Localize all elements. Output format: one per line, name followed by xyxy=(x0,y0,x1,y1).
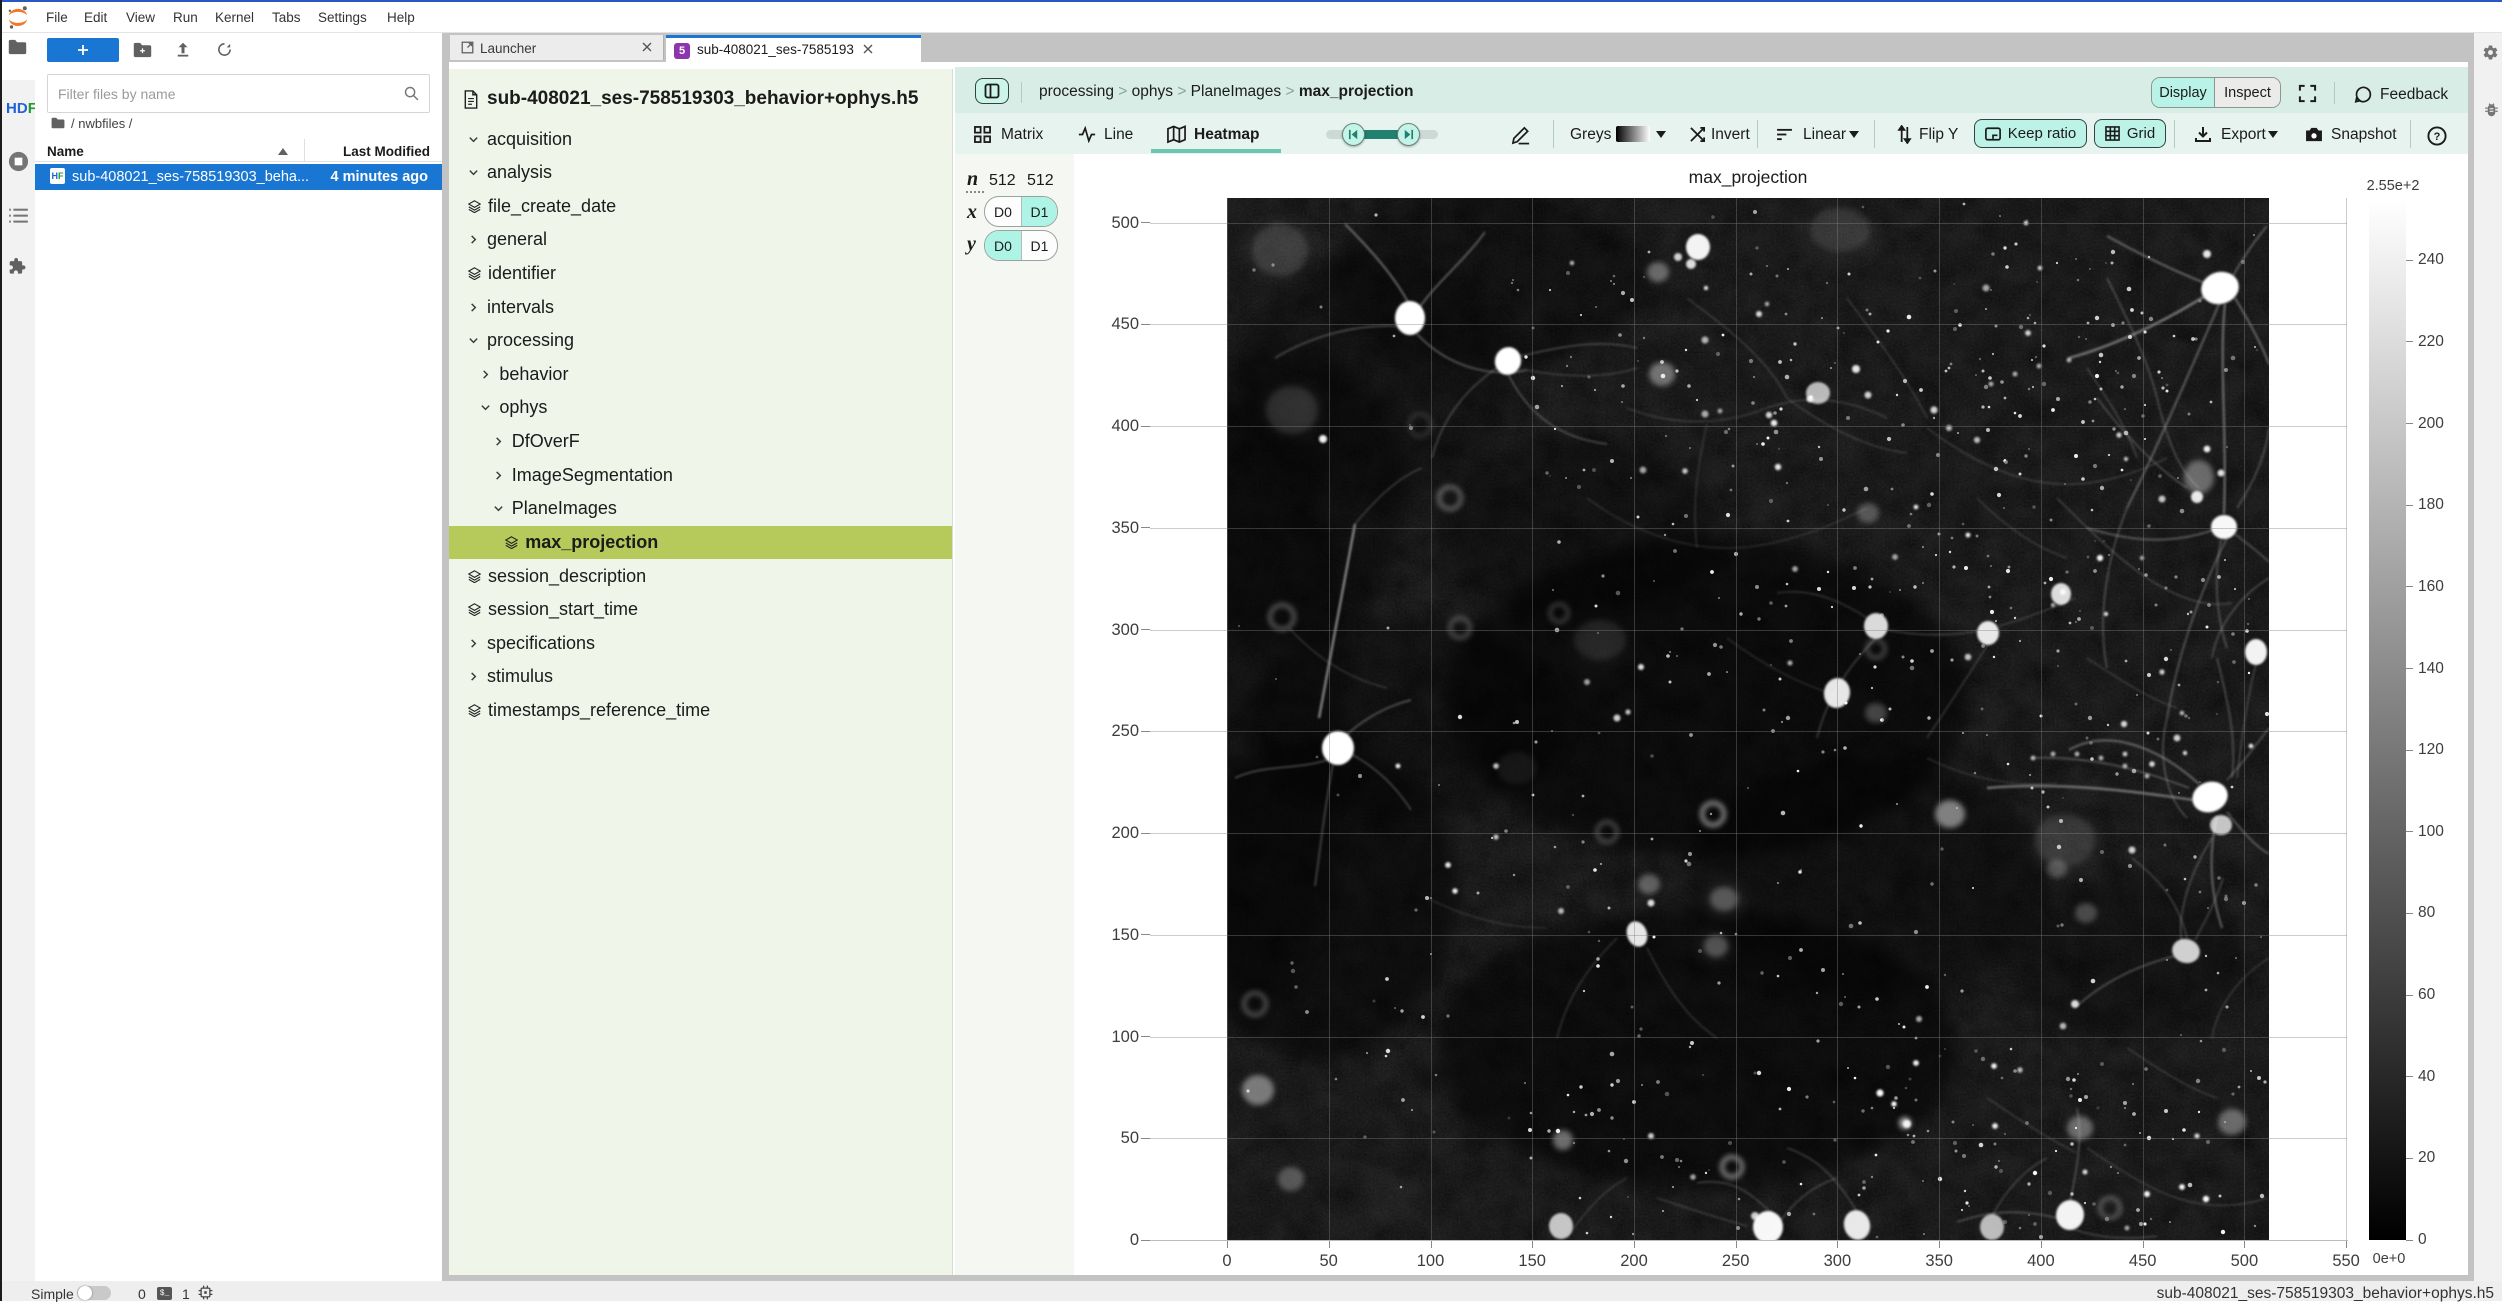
svg-text:?: ? xyxy=(2434,131,2441,143)
